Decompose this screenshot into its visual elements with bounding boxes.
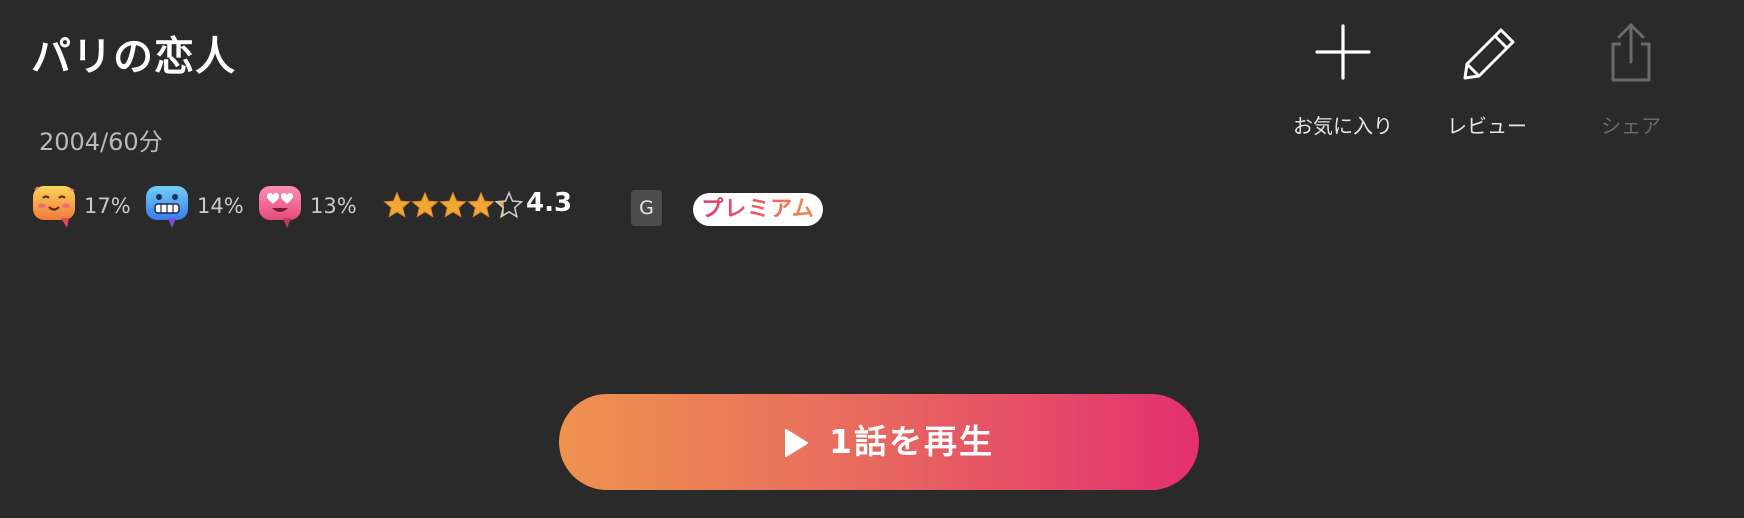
- star-filled-icon: [383, 191, 411, 218]
- review-button[interactable]: レビュー: [1422, 22, 1552, 142]
- share-button[interactable]: シェア: [1566, 22, 1696, 142]
- star-filled-icon: [467, 191, 495, 218]
- play-episode-button[interactable]: 1話を再生: [559, 394, 1199, 490]
- play-button-label: 1話を再生: [829, 422, 994, 461]
- blush-face-bubble-icon: [33, 186, 75, 228]
- favorite-button[interactable]: お気に入り: [1278, 22, 1408, 142]
- heart-eyes-face-bubble-icon: [259, 186, 301, 228]
- plus-icon: [1315, 24, 1371, 80]
- pencil-icon: [1463, 28, 1515, 80]
- rating-value: 4.3: [526, 188, 573, 218]
- year-duration-info: 2004/60分: [39, 128, 163, 156]
- premium-badge: プレミアム: [693, 193, 823, 226]
- star-filled-icon: [439, 191, 467, 218]
- reaction-percent: 14%: [197, 194, 244, 218]
- star-rating: [383, 191, 523, 223]
- share-icon: [1611, 23, 1651, 82]
- age-rating-badge: G: [631, 190, 662, 226]
- premium-label: プレミアム: [701, 197, 815, 222]
- page-title: パリの恋人: [31, 34, 236, 80]
- share-label: シェア: [1601, 114, 1661, 138]
- star-filled-icon: [411, 191, 439, 218]
- star-partial-icon: [495, 191, 523, 219]
- favorite-label: お気に入り: [1293, 114, 1393, 138]
- review-label: レビュー: [1447, 114, 1527, 138]
- reaction-percent: 13%: [310, 194, 357, 218]
- reaction-percent: 17%: [84, 194, 131, 218]
- grimace-face-bubble-icon: [146, 186, 188, 228]
- play-icon: [785, 429, 808, 457]
- title-detail-screen: パリの恋人 2004/60分 17% 14% 13% 4.3 G プレミアム お…: [0, 0, 1744, 518]
